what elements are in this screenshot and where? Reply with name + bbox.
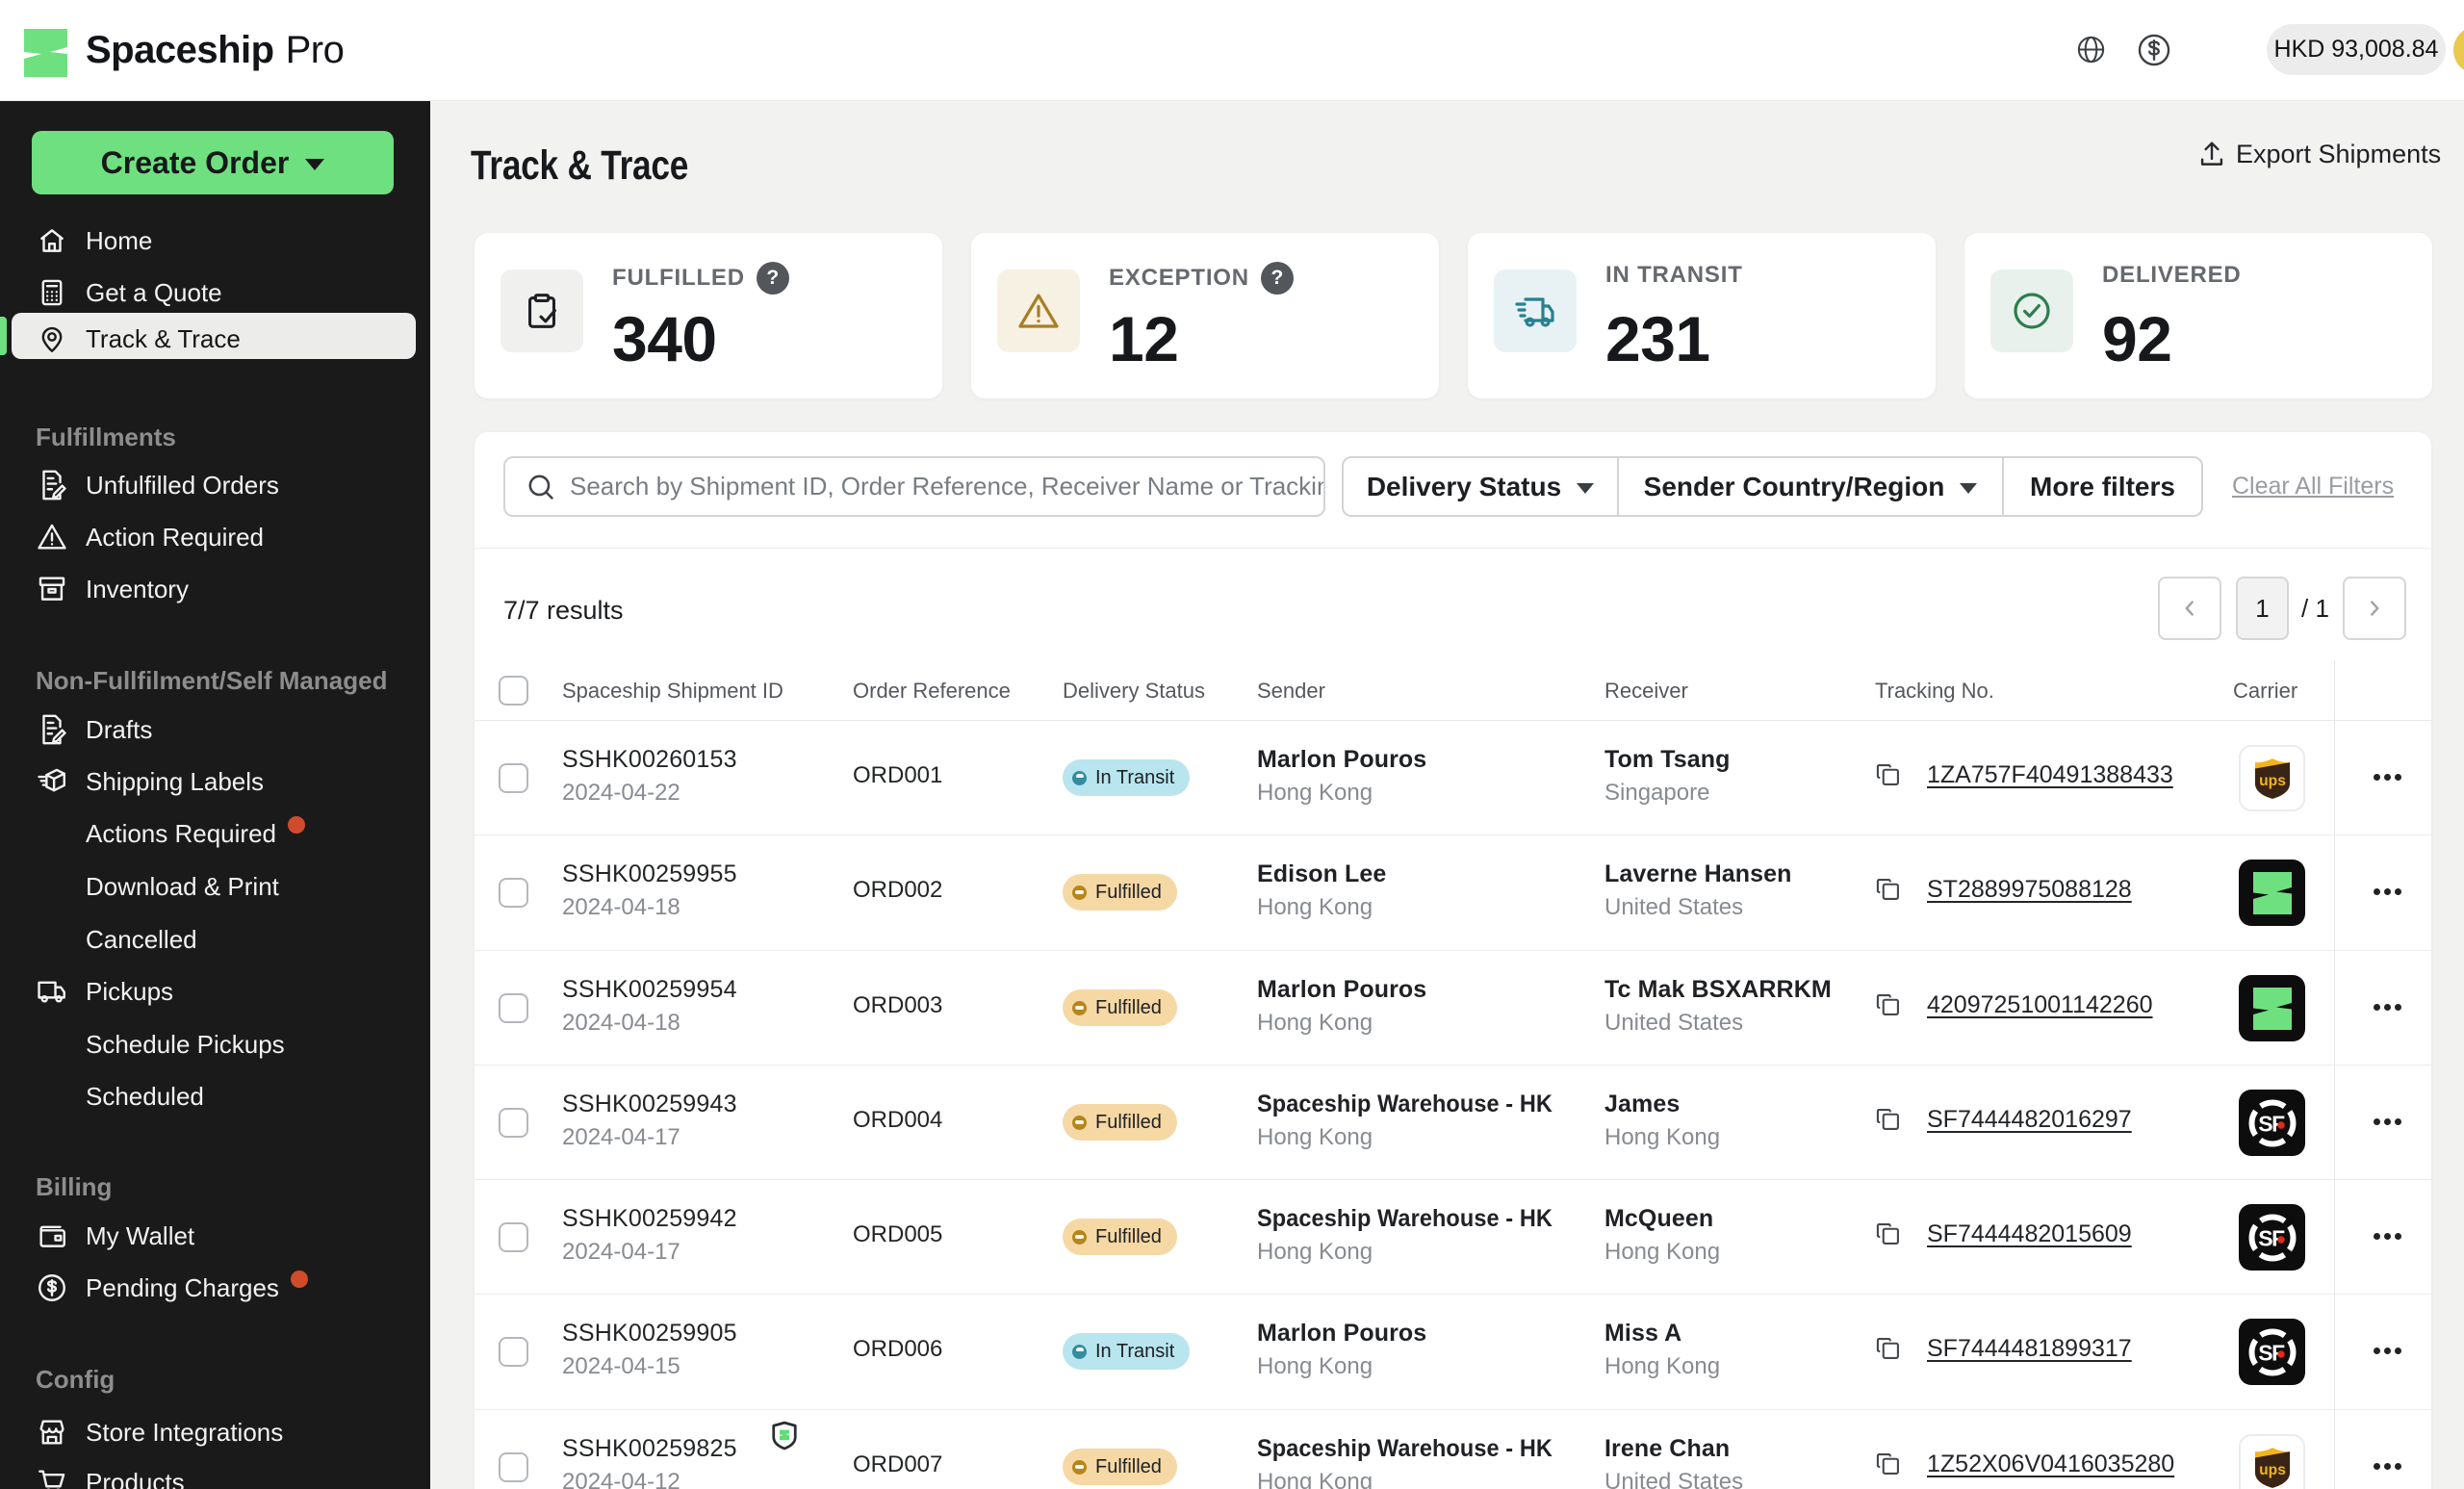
svg-text:ups: ups	[2259, 773, 2286, 789]
svg-text:ups: ups	[2259, 1462, 2286, 1478]
